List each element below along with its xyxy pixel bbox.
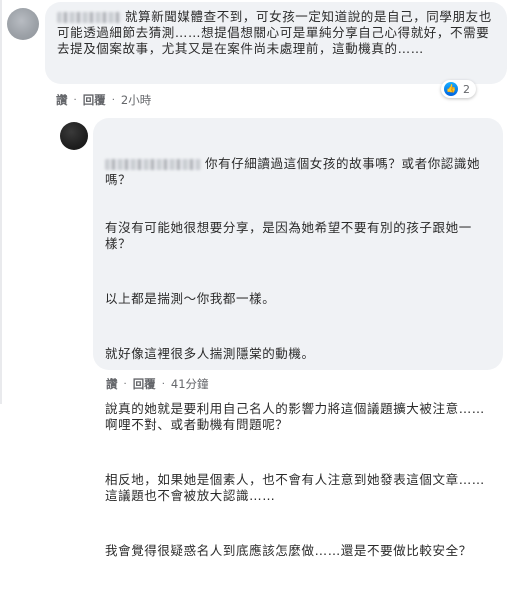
reaction-summary[interactable]: 👍 2 — [441, 80, 476, 98]
separator-dot: · — [73, 94, 77, 106]
like-button[interactable]: 讚 — [56, 92, 68, 108]
thumbs-up-icon: 👍 — [444, 82, 458, 96]
reply-paragraph: 相反地，如果她是個素人，也不會有人注意到她發表這個文章……這議題也不會被放大認識… — [105, 472, 485, 503]
commenter-name-blurred[interactable] — [105, 159, 201, 170]
reply-paragraph: 以上都是揣測～你我都一樣。 — [105, 291, 276, 306]
reply-actions: 讚 · 回覆 · 41分鐘 — [106, 376, 209, 392]
comment-bubble: 就算新聞媒體查不到，可女孩一定知道說的是自己，同學朋友也可能透過細節去猜測……想… — [45, 2, 507, 84]
left-border — [0, 0, 2, 404]
reply-paragraph: 就好像這裡很多人揣測隱棠的動機。 — [105, 346, 315, 361]
comment-text: 就算新聞媒體查不到，可女孩一定知道說的是自己，同學朋友也可能透過細節去猜測……想… — [57, 9, 495, 57]
reply-paragraph: 說真的她就是要利用自己名人的影響力將這個議題擴大被注意……啊哩不對、或者動機有問… — [105, 401, 485, 432]
separator-dot: · — [161, 378, 165, 390]
comment-actions: 讚 · 回覆 · 2小時 — [56, 92, 151, 108]
reply-text: 你有仔細讀過這個女孩的故事嗎？或者你認識她嗎？ 有沒有可能她很想要分享，是因為她… — [105, 124, 491, 598]
reply-paragraph: 有沒有可能她很想要分享，是因為她希望不要有別的孩子跟她一樣？ — [105, 220, 472, 251]
reply-button[interactable]: 回覆 — [83, 92, 106, 108]
like-button[interactable]: 讚 — [106, 376, 118, 392]
timestamp[interactable]: 2小時 — [121, 92, 151, 108]
commenter-name-blurred[interactable] — [57, 12, 121, 23]
avatar[interactable] — [7, 8, 39, 40]
reply-bubble: 你有仔細讀過這個女孩的故事嗎？或者你認識她嗎？ 有沒有可能她很想要分享，是因為她… — [93, 118, 503, 558]
separator-dot: · — [123, 378, 127, 390]
timestamp[interactable]: 41分鐘 — [171, 376, 209, 392]
avatar[interactable] — [60, 122, 88, 150]
reaction-count: 2 — [463, 82, 470, 96]
comment-body: 就算新聞媒體查不到，可女孩一定知道說的是自己，同學朋友也可能透過細節去猜測……想… — [57, 9, 492, 56]
reply-button[interactable]: 回覆 — [133, 376, 156, 392]
separator-dot: · — [111, 94, 115, 106]
reply-paragraph: 我會覺得很疑惑名人到底應該怎麼做……還是不要做比較安全？ — [105, 543, 472, 558]
